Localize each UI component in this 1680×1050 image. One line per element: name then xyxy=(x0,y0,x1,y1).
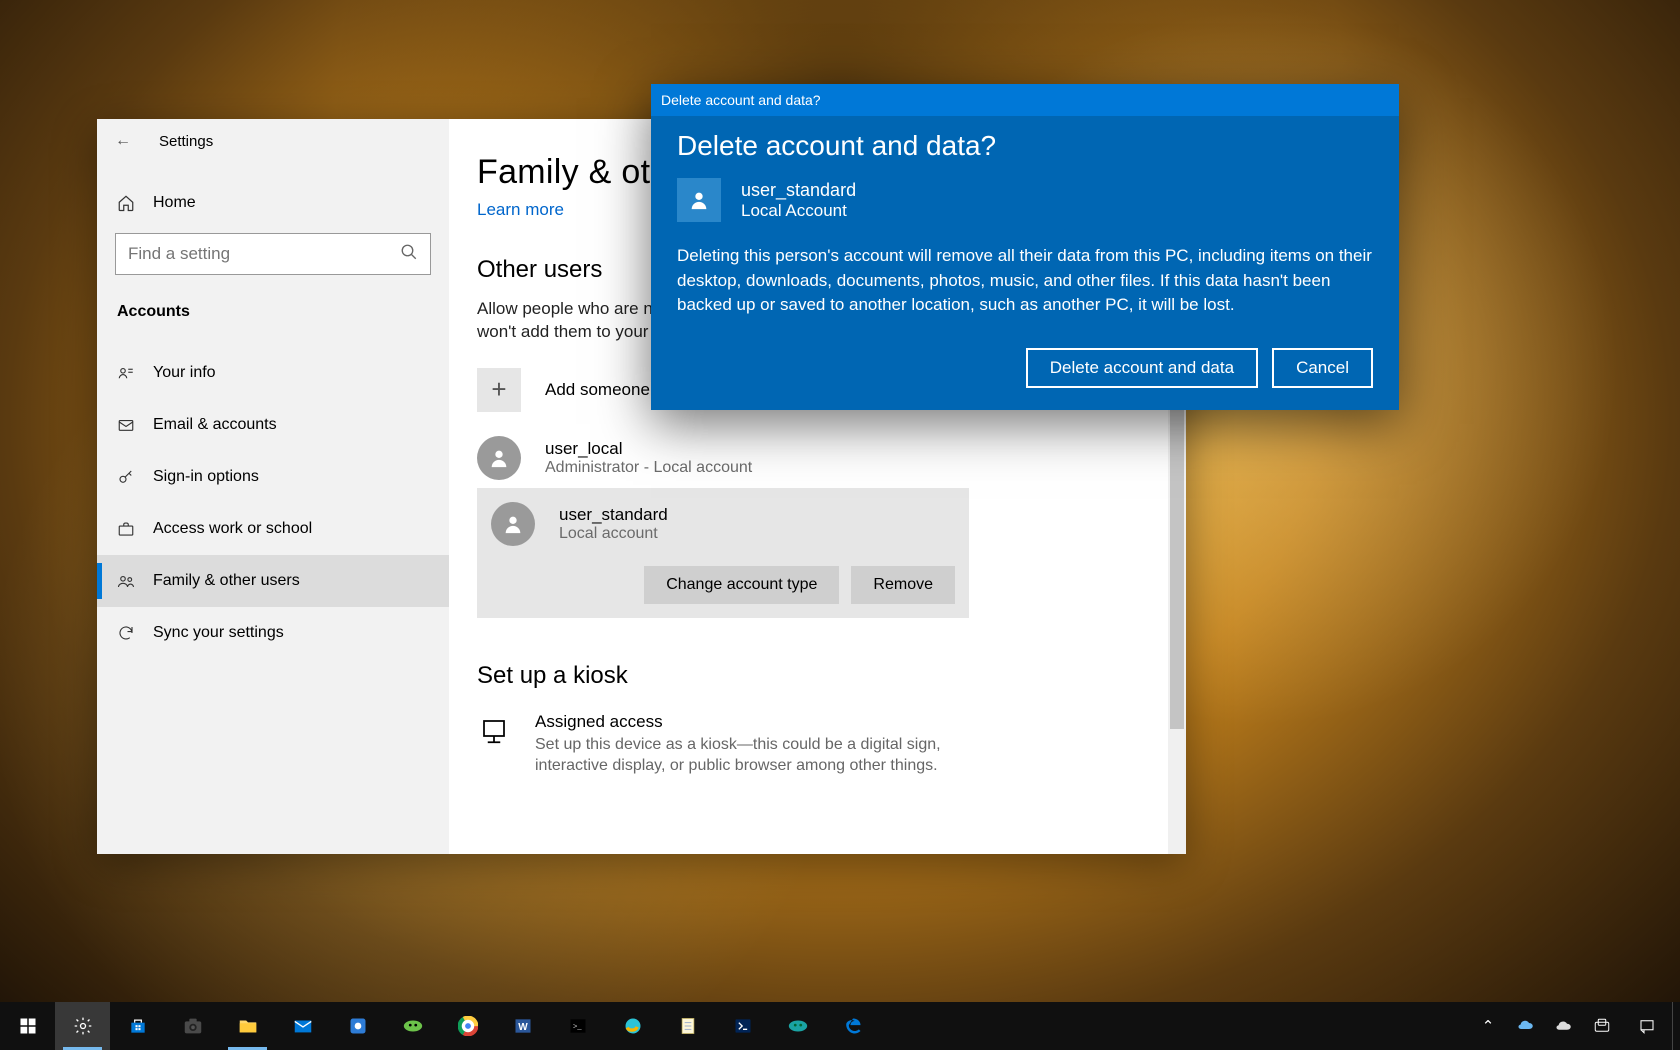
search-icon xyxy=(400,243,418,266)
sidebar-section-header: Accounts xyxy=(97,275,449,329)
dialog-user-name: user_standard xyxy=(741,180,856,201)
taskbar: W >_ ⌃ xyxy=(0,1002,1680,1050)
key-icon xyxy=(117,468,135,486)
show-desktop-button[interactable] xyxy=(1672,1002,1680,1050)
start-button[interactable] xyxy=(0,1002,55,1050)
briefcase-icon xyxy=(117,520,135,538)
user-type: Administrator - Local account xyxy=(545,459,752,477)
taskbar-notepad[interactable] xyxy=(660,1002,715,1050)
svg-text:W: W xyxy=(518,1022,528,1033)
taskbar-chrome[interactable] xyxy=(440,1002,495,1050)
sync-icon xyxy=(117,624,135,642)
back-icon[interactable]: ← xyxy=(115,132,131,150)
window-title: Settings xyxy=(159,133,213,150)
taskbar-camera[interactable] xyxy=(165,1002,220,1050)
sidebar-item-label: Access work or school xyxy=(153,520,312,538)
plus-icon: + xyxy=(477,368,521,412)
sidebar-item-label: Email & accounts xyxy=(153,416,277,434)
sidebar-item-your-info[interactable]: Your info xyxy=(97,347,449,399)
sidebar-item-label: Sync your settings xyxy=(153,624,284,642)
tray-chevron-icon[interactable]: ⌃ xyxy=(1478,1017,1498,1035)
avatar-icon xyxy=(491,502,535,546)
sidebar-item-label: Your info xyxy=(153,364,216,382)
user-type: Local account xyxy=(559,525,668,543)
sidebar-item-label: Family & other users xyxy=(153,572,300,590)
dialog-message: Deleting this person's account will remo… xyxy=(677,244,1373,318)
people-icon xyxy=(117,572,135,590)
sidebar-item-work[interactable]: Access work or school xyxy=(97,503,449,555)
settings-sidebar: ← Settings Home Accounts Your info xyxy=(97,119,449,854)
dialog-confirm-button[interactable]: Delete account and data xyxy=(1026,348,1258,388)
sidebar-item-family[interactable]: Family & other users xyxy=(97,555,449,607)
user-name: user_standard xyxy=(559,505,668,525)
search-input[interactable] xyxy=(128,244,400,264)
dialog-titlebar-text: Delete account and data? xyxy=(661,92,821,108)
tray-notifications-icon[interactable] xyxy=(1630,1017,1664,1035)
kiosk-heading: Set up a kiosk xyxy=(477,662,1186,690)
change-account-type-button[interactable]: Change account type xyxy=(644,566,839,604)
taskbar-app-blue[interactable] xyxy=(330,1002,385,1050)
system-tray[interactable]: ⌃ xyxy=(1464,1002,1672,1050)
sidebar-home-label: Home xyxy=(153,194,196,212)
dialog-user-type: Local Account xyxy=(741,201,856,221)
tray-input-icon[interactable] xyxy=(1592,1017,1612,1035)
taskbar-settings[interactable] xyxy=(55,1002,110,1050)
taskbar-mail[interactable] xyxy=(275,1002,330,1050)
sidebar-item-label: Sign-in options xyxy=(153,468,259,486)
avatar-icon xyxy=(477,436,521,480)
sidebar-item-sync[interactable]: Sync your settings xyxy=(97,607,449,659)
learn-more-link[interactable]: Learn more xyxy=(477,200,564,220)
kiosk-desc: Set up this device as a kiosk—this could… xyxy=(535,734,965,777)
user-row[interactable]: user_local Administrator - Local account xyxy=(477,436,1186,480)
user-name: user_local xyxy=(545,439,752,459)
mail-icon xyxy=(117,416,135,434)
taskbar-word[interactable]: W xyxy=(495,1002,550,1050)
taskbar-explorer[interactable] xyxy=(220,1002,275,1050)
taskbar-edge[interactable] xyxy=(825,1002,880,1050)
sidebar-home[interactable]: Home xyxy=(97,177,449,229)
taskbar-powershell[interactable] xyxy=(715,1002,770,1050)
tray-onedrive-icon[interactable] xyxy=(1516,1017,1536,1035)
monitor-icon xyxy=(477,712,511,746)
kiosk-title: Assigned access xyxy=(535,712,965,732)
svg-text:>_: >_ xyxy=(573,1022,582,1031)
person-card-icon xyxy=(117,364,135,382)
tray-cloud-icon[interactable] xyxy=(1554,1017,1574,1035)
dialog-titlebar[interactable]: Delete account and data? xyxy=(651,84,1399,116)
remove-button[interactable]: Remove xyxy=(851,566,955,604)
kiosk-row[interactable]: Assigned access Set up this device as a … xyxy=(477,712,1186,777)
sidebar-item-signin[interactable]: Sign-in options xyxy=(97,451,449,503)
home-icon xyxy=(117,194,135,212)
avatar-icon xyxy=(677,178,721,222)
dialog-cancel-button[interactable]: Cancel xyxy=(1272,348,1373,388)
taskbar-store[interactable] xyxy=(110,1002,165,1050)
taskbar-edge-canary[interactable] xyxy=(605,1002,660,1050)
sidebar-item-email[interactable]: Email & accounts xyxy=(97,399,449,451)
taskbar-app-green[interactable] xyxy=(385,1002,440,1050)
taskbar-cmd[interactable]: >_ xyxy=(550,1002,605,1050)
dialog-heading: Delete account and data? xyxy=(677,130,1373,162)
search-box[interactable] xyxy=(115,233,431,275)
taskbar-app-teal[interactable] xyxy=(770,1002,825,1050)
delete-account-dialog: Delete account and data? Delete account … xyxy=(651,84,1399,410)
user-row-selected[interactable]: user_standard Local account Change accou… xyxy=(477,488,969,618)
